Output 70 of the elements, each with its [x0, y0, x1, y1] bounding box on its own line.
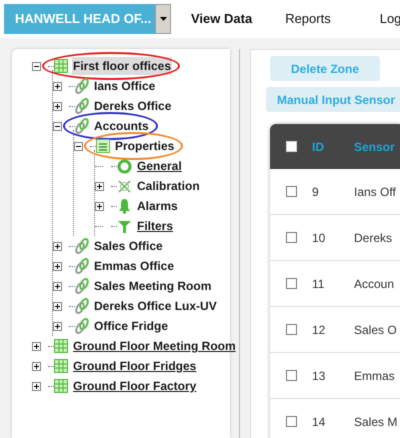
- tree-item[interactable]: Dereks Office Lux-UV: [93, 297, 218, 315]
- grid-icon: [54, 339, 68, 353]
- expand-icon[interactable]: [53, 102, 62, 110]
- table-cell-text: 12: [312, 322, 326, 338]
- collapse-icon[interactable]: [32, 62, 41, 70]
- rings-icon: [75, 118, 89, 134]
- expand-icon[interactable]: [95, 182, 104, 190]
- checkbox[interactable]: [286, 278, 296, 289]
- table-cell-text: Emmas: [354, 368, 395, 384]
- expand-icon[interactable]: [53, 262, 62, 270]
- funnel-icon: [117, 218, 132, 234]
- tree-item[interactable]: Dereks Office: [93, 97, 172, 115]
- tree-item[interactable]: Sales Office: [93, 237, 164, 255]
- tree-item[interactable]: Ground Floor Fridges: [72, 357, 198, 375]
- tree-item[interactable]: First floor offices: [72, 57, 172, 75]
- tree-item[interactable]: Ians Office: [93, 77, 156, 95]
- grid-icon: [54, 59, 68, 73]
- table-cell-text: Accoun: [354, 276, 394, 292]
- table-cell-text: 14: [312, 414, 326, 430]
- rings-icon: [75, 98, 89, 114]
- rings-icon: [75, 298, 89, 314]
- tree-item[interactable]: Ground Floor Factory: [72, 377, 198, 395]
- checkbox[interactable]: [286, 324, 296, 335]
- table-cell-text: 10: [312, 230, 326, 246]
- expand-icon[interactable]: [53, 242, 62, 250]
- expand-icon[interactable]: [95, 202, 104, 210]
- tree-item[interactable]: Calibration: [136, 177, 201, 195]
- tree-item[interactable]: Sales Meeting Room: [93, 277, 212, 295]
- collapse-icon[interactable]: [53, 122, 62, 130]
- grid-icon: [54, 379, 68, 393]
- caret-icon: [160, 17, 166, 21]
- checkbox[interactable]: [286, 186, 296, 197]
- checkbox[interactable]: [286, 232, 296, 243]
- rings-icon: [75, 318, 89, 334]
- table-cell-text: Sales O: [354, 322, 397, 338]
- expand-icon[interactable]: [32, 382, 41, 390]
- rings-icon: [75, 238, 89, 254]
- tree-item[interactable]: Office Fridge: [93, 317, 170, 335]
- crossed-icon: [117, 178, 132, 194]
- tree-item[interactable]: General: [136, 157, 183, 175]
- table-cell-text: 11: [312, 276, 326, 292]
- nav-link[interactable]: View Data: [191, 9, 252, 29]
- bell-icon: [117, 198, 132, 214]
- expand-icon[interactable]: [53, 282, 62, 290]
- table-cell-text: 9: [312, 184, 320, 200]
- tree-item[interactable]: Ground Floor Meeting Room: [72, 337, 237, 355]
- table-cell-text: Sales M: [354, 414, 398, 430]
- expand-icon[interactable]: [32, 362, 41, 370]
- tree-item[interactable]: Filters: [136, 217, 174, 235]
- ring-icon: [117, 158, 132, 174]
- table-cell-text: Ians Off: [354, 184, 396, 200]
- expand-icon[interactable]: [32, 342, 41, 350]
- table-cell-text: Dereks: [354, 230, 392, 246]
- grid-icon: [54, 359, 68, 373]
- rings-icon: [75, 258, 89, 274]
- expand-icon[interactable]: [53, 322, 62, 330]
- checkbox[interactable]: [286, 370, 296, 381]
- tree-item[interactable]: Properties: [114, 137, 176, 155]
- rings-icon: [75, 278, 89, 294]
- tree-item[interactable]: Accounts: [93, 117, 150, 135]
- rings-icon: [75, 78, 89, 94]
- tree-item[interactable]: Emmas Office: [93, 257, 176, 275]
- expand-icon[interactable]: [53, 302, 62, 310]
- checkbox[interactable]: [286, 416, 296, 427]
- nav-link[interactable]: Reports: [285, 9, 331, 29]
- collapse-icon[interactable]: [74, 142, 83, 150]
- table-cell-text: 13: [312, 368, 326, 384]
- expand-icon[interactable]: [53, 82, 62, 90]
- panel-icon: [96, 139, 110, 153]
- tree-item[interactable]: Alarms: [136, 197, 179, 215]
